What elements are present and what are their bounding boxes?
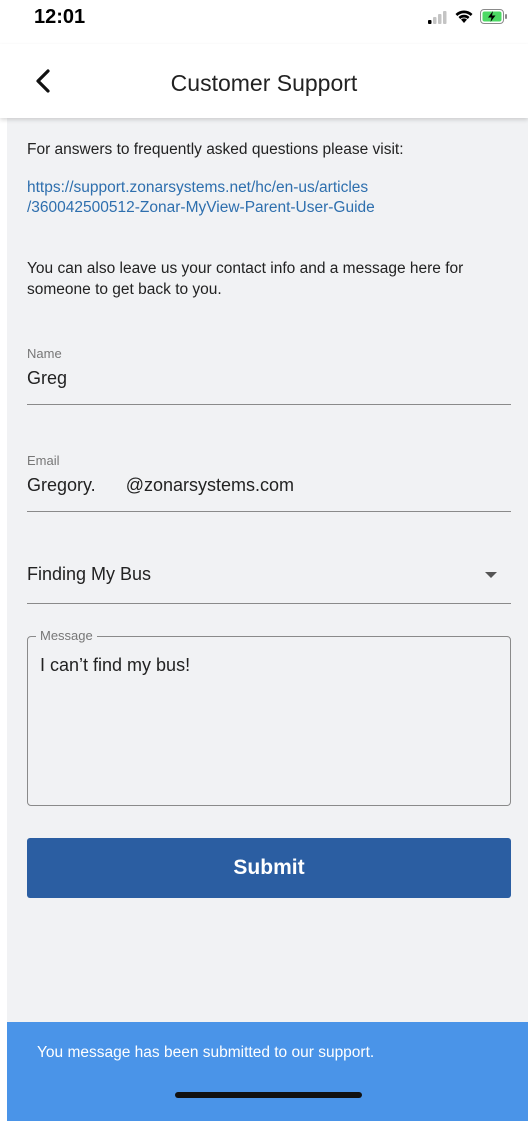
- faq-link-line2: /360042500512-Zonar-MyView-Parent-User-G…: [27, 199, 375, 216]
- page-title: Customer Support: [170, 70, 358, 96]
- email-label: Email: [27, 453, 60, 468]
- faq-link[interactable]: https://support.zonarsystems.net/hc/en-u…: [27, 178, 517, 218]
- name-field[interactable]: Name Greg: [27, 346, 511, 405]
- email-field[interactable]: Email Gregory. @zonarsystems.com: [27, 453, 511, 512]
- email-value: Gregory. @zonarsystems.com: [27, 475, 295, 495]
- snackbar-text: You message has been submitted to our su…: [37, 1044, 375, 1061]
- contact-intro-text: You can also leave us your contact info …: [27, 258, 517, 300]
- message-label: Message: [36, 628, 97, 643]
- contact-intro-line1: You can also leave us your contact info …: [27, 260, 464, 277]
- wifi-icon: [454, 9, 474, 29]
- message-field[interactable]: Message I can’t find my bus!: [27, 628, 511, 806]
- home-indicator[interactable]: [175, 1092, 362, 1098]
- header-bar: Customer Support: [0, 44, 528, 118]
- status-bar: 12:01: [0, 0, 528, 44]
- topic-value: Finding My Bus: [27, 564, 152, 584]
- status-time: 12:01: [34, 6, 86, 28]
- support-content: For answers to frequently asked question…: [7, 118, 528, 1023]
- message-value: I can’t find my bus!: [40, 655, 191, 675]
- name-value: Greg: [27, 368, 68, 388]
- battery-charging-icon: [480, 9, 508, 29]
- confirmation-snackbar: You message has been submitted to our su…: [7, 1022, 528, 1121]
- submit-button[interactable]: Submit: [27, 838, 511, 898]
- faq-link-line1: https://support.zonarsystems.net/hc/en-u…: [27, 179, 369, 196]
- dropdown-caret-icon: [485, 572, 497, 578]
- signal-icon: [428, 10, 448, 29]
- topic-select[interactable]: Finding My Bus: [27, 546, 511, 604]
- faq-intro-text: For answers to frequently asked question…: [27, 141, 404, 158]
- name-label: Name: [27, 346, 62, 361]
- status-icons: [428, 9, 508, 29]
- contact-intro-line2: someone to get back to you.: [27, 281, 222, 298]
